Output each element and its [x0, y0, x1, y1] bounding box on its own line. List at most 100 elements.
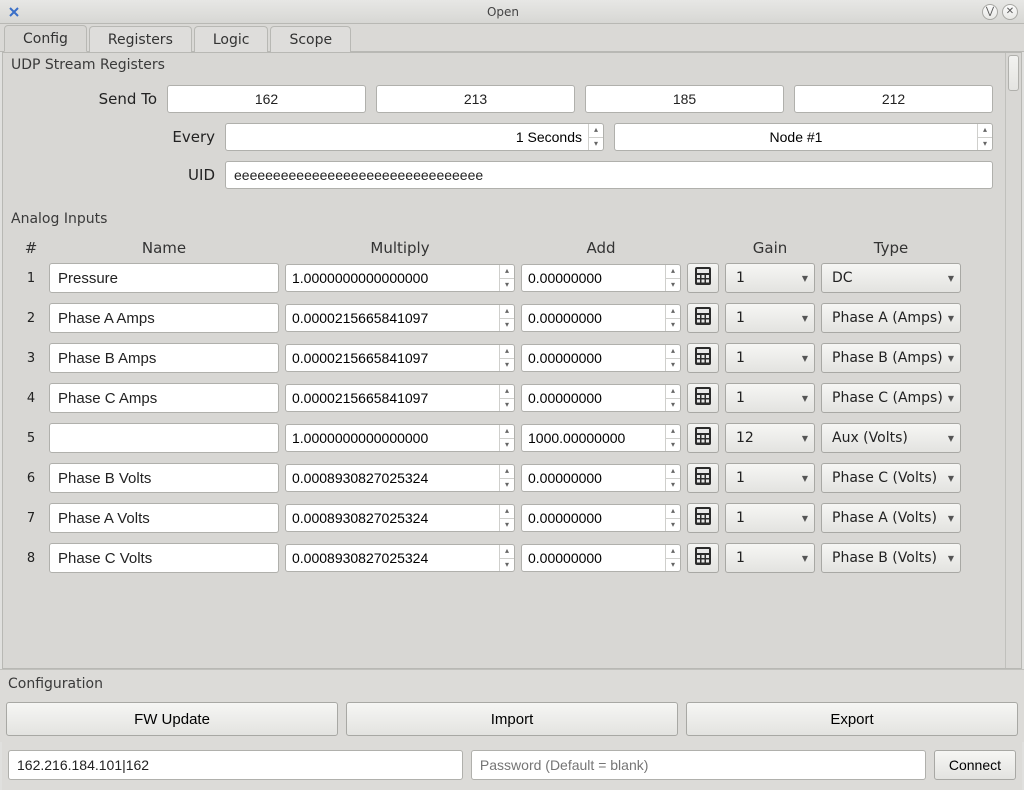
password-field[interactable] [471, 750, 926, 780]
analog-name-field[interactable] [49, 543, 279, 573]
analog-name-field[interactable] [49, 463, 279, 493]
analog-type-dropdown[interactable]: Phase A (Volts) ▼ [821, 503, 961, 533]
spin-up-icon[interactable]: ▴ [666, 545, 680, 559]
spin-up-icon[interactable]: ▴ [500, 465, 514, 479]
analog-type-dropdown[interactable]: Phase B (Amps) ▼ [821, 343, 961, 373]
app-menu-icon[interactable] [6, 4, 22, 20]
spin-down-icon[interactable]: ▾ [500, 519, 514, 532]
analog-multiply-input[interactable] [286, 505, 499, 531]
analog-calc-button[interactable] [687, 543, 719, 573]
spin-up-icon[interactable]: ▴ [500, 265, 514, 279]
spin-down-icon[interactable]: ▾ [500, 479, 514, 492]
analog-type-dropdown[interactable]: Phase A (Amps) ▼ [821, 303, 961, 333]
every-node-input[interactable] [615, 124, 977, 150]
spin-up-icon[interactable]: ▴ [589, 124, 603, 138]
analog-name-field[interactable] [49, 423, 279, 453]
spin-down-icon[interactable]: ▾ [666, 559, 680, 572]
analog-type-dropdown[interactable]: DC ▼ [821, 263, 961, 293]
analog-name-field[interactable] [49, 503, 279, 533]
spin-up-icon[interactable]: ▴ [666, 465, 680, 479]
tab-config[interactable]: Config [4, 25, 87, 52]
spin-up-icon[interactable]: ▴ [500, 345, 514, 359]
spin-down-icon[interactable]: ▾ [666, 279, 680, 292]
analog-add-input[interactable] [522, 545, 665, 571]
analog-add-spin[interactable]: ▴▾ [521, 504, 681, 532]
analog-name-field[interactable] [49, 263, 279, 293]
analog-multiply-spin[interactable]: ▴▾ [285, 344, 515, 372]
tab-registers[interactable]: Registers [89, 26, 192, 52]
scrollbar-thumb[interactable] [1008, 55, 1019, 91]
analog-add-input[interactable] [522, 265, 665, 291]
analog-name-field[interactable] [49, 303, 279, 333]
analog-multiply-input[interactable] [286, 465, 499, 491]
analog-multiply-spin[interactable]: ▴▾ [285, 424, 515, 452]
export-button[interactable]: Export [686, 702, 1018, 736]
fw-update-button[interactable]: FW Update [6, 702, 338, 736]
analog-multiply-input[interactable] [286, 385, 499, 411]
analog-multiply-spin[interactable]: ▴▾ [285, 504, 515, 532]
every-node-spin[interactable]: ▴▾ [614, 123, 993, 151]
spin-down-icon[interactable]: ▾ [500, 359, 514, 372]
analog-multiply-input[interactable] [286, 545, 499, 571]
analog-add-input[interactable] [522, 465, 665, 491]
tab-scope[interactable]: Scope [270, 26, 351, 52]
analog-add-input[interactable] [522, 385, 665, 411]
analog-add-spin[interactable]: ▴▾ [521, 424, 681, 452]
spin-up-icon[interactable]: ▴ [500, 545, 514, 559]
spin-up-icon[interactable]: ▴ [666, 505, 680, 519]
analog-add-input[interactable] [522, 345, 665, 371]
spin-up-icon[interactable]: ▴ [666, 345, 680, 359]
every-interval-input[interactable] [226, 124, 588, 150]
spin-down-icon[interactable]: ▾ [666, 519, 680, 532]
analog-type-dropdown[interactable]: Phase C (Amps) ▼ [821, 383, 961, 413]
content-scrollbar[interactable] [1005, 53, 1021, 668]
send-to-field-3[interactable] [794, 85, 993, 113]
analog-add-input[interactable] [522, 505, 665, 531]
analog-add-input[interactable] [522, 305, 665, 331]
spin-up-icon[interactable]: ▴ [666, 425, 680, 439]
analog-multiply-input[interactable] [286, 425, 499, 451]
analog-calc-button[interactable] [687, 343, 719, 373]
tab-logic[interactable]: Logic [194, 26, 269, 52]
spin-up-icon[interactable]: ▴ [500, 425, 514, 439]
analog-multiply-spin[interactable]: ▴▾ [285, 304, 515, 332]
spin-down-icon[interactable]: ▾ [666, 479, 680, 492]
spin-down-icon[interactable]: ▾ [589, 138, 603, 151]
analog-multiply-spin[interactable]: ▴▾ [285, 464, 515, 492]
analog-gain-dropdown[interactable]: 1 ▼ [725, 503, 815, 533]
analog-calc-button[interactable] [687, 463, 719, 493]
spin-down-icon[interactable]: ▾ [500, 399, 514, 412]
analog-type-dropdown[interactable]: Aux (Volts) ▼ [821, 423, 961, 453]
analog-gain-dropdown[interactable]: 1 ▼ [725, 383, 815, 413]
uid-field[interactable] [225, 161, 993, 189]
analog-add-input[interactable] [522, 425, 665, 451]
analog-multiply-spin[interactable]: ▴▾ [285, 544, 515, 572]
analog-calc-button[interactable] [687, 383, 719, 413]
analog-add-spin[interactable]: ▴▾ [521, 464, 681, 492]
send-to-field-2[interactable] [585, 85, 784, 113]
window-minimize-button[interactable]: ⋁ [982, 4, 998, 20]
analog-add-spin[interactable]: ▴▾ [521, 304, 681, 332]
analog-name-field[interactable] [49, 343, 279, 373]
analog-multiply-input[interactable] [286, 265, 499, 291]
spin-down-icon[interactable]: ▾ [978, 138, 992, 151]
analog-gain-dropdown[interactable]: 12 ▼ [725, 423, 815, 453]
analog-multiply-input[interactable] [286, 345, 499, 371]
spin-down-icon[interactable]: ▾ [500, 559, 514, 572]
analog-multiply-input[interactable] [286, 305, 499, 331]
spin-down-icon[interactable]: ▾ [666, 359, 680, 372]
analog-gain-dropdown[interactable]: 1 ▼ [725, 303, 815, 333]
spin-up-icon[interactable]: ▴ [978, 124, 992, 138]
host-field[interactable] [8, 750, 463, 780]
analog-multiply-spin[interactable]: ▴▾ [285, 264, 515, 292]
analog-gain-dropdown[interactable]: 1 ▼ [725, 543, 815, 573]
analog-gain-dropdown[interactable]: 1 ▼ [725, 343, 815, 373]
analog-add-spin[interactable]: ▴▾ [521, 344, 681, 372]
analog-add-spin[interactable]: ▴▾ [521, 264, 681, 292]
spin-down-icon[interactable]: ▾ [666, 399, 680, 412]
analog-gain-dropdown[interactable]: 1 ▼ [725, 463, 815, 493]
every-interval-spin[interactable]: ▴▾ [225, 123, 604, 151]
connect-button[interactable]: Connect [934, 750, 1016, 780]
import-button[interactable]: Import [346, 702, 678, 736]
analog-calc-button[interactable] [687, 303, 719, 333]
